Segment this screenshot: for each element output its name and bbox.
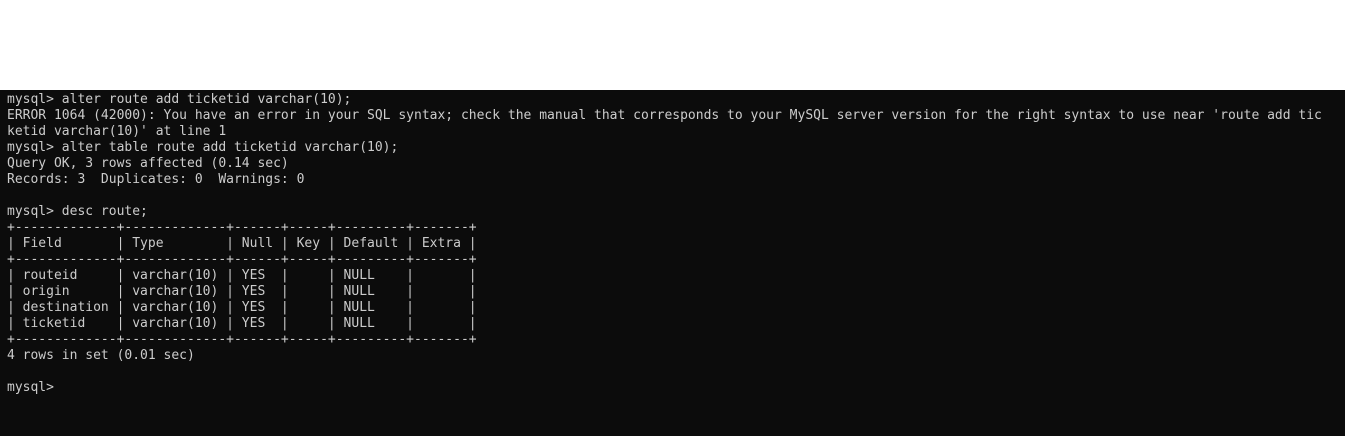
table-border: +-------------+-------------+------+----… bbox=[7, 332, 477, 347]
query-records: Records: 3 Duplicates: 0 Warnings: 0 bbox=[7, 172, 305, 187]
command-prompt[interactable]: mysql> bbox=[7, 380, 1345, 396]
error-message: ERROR 1064 (42000): You have an error in… bbox=[7, 108, 1322, 123]
command-line: mysql> alter table route add ticketid va… bbox=[7, 140, 399, 155]
table-row: | destination | varchar(10) | YES | | NU… bbox=[7, 300, 477, 315]
table-row: | origin | varchar(10) | YES | | NULL | … bbox=[7, 284, 477, 299]
table-header: | Field | Type | Null | Key | Default | … bbox=[7, 236, 477, 251]
error-message-continued: ketid varchar(10)' at line 1 bbox=[7, 124, 227, 139]
rows-in-set: 4 rows in set (0.01 sec) bbox=[7, 348, 195, 363]
table-border: +-------------+-------------+------+----… bbox=[7, 252, 477, 267]
blank-top-area bbox=[0, 0, 1345, 90]
table-row: | ticketid | varchar(10) | YES | | NULL … bbox=[7, 316, 477, 331]
table-border: +-------------+-------------+------+----… bbox=[7, 220, 477, 235]
table-row: | routeid | varchar(10) | YES | | NULL |… bbox=[7, 268, 477, 283]
terminal-window[interactable]: mysql> alter route add ticketid varchar(… bbox=[0, 90, 1345, 436]
query-result: Query OK, 3 rows affected (0.14 sec) bbox=[7, 156, 289, 171]
terminal-output: mysql> alter route add ticketid varchar(… bbox=[7, 92, 1345, 396]
command-line: mysql> desc route; bbox=[7, 204, 148, 219]
command-line: mysql> alter route add ticketid varchar(… bbox=[7, 92, 352, 107]
